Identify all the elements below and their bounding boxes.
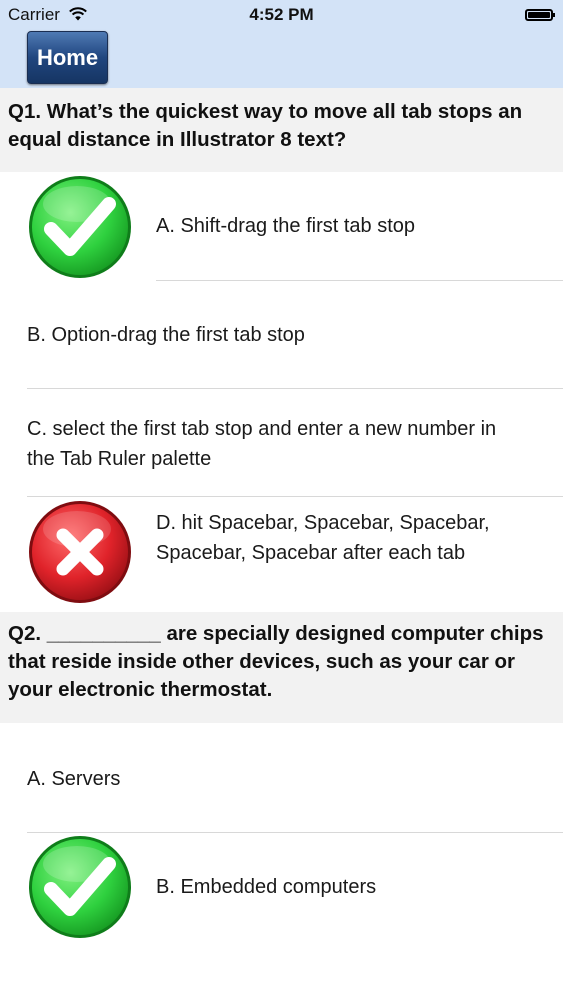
- status-bar: Carrier 4:52 PM: [0, 0, 563, 30]
- question-1: Q1. What’s the quickest way to move all …: [0, 88, 563, 172]
- answer-label: B. Option-drag the first tab stop: [27, 324, 305, 346]
- answer-q2-a[interactable]: A. Servers: [0, 723, 563, 833]
- correct-check-icon: [29, 176, 131, 278]
- answer-label: B. Embedded computers: [156, 876, 377, 898]
- answer-q1-a[interactable]: A. Shift-drag the first tab stop: [0, 172, 563, 281]
- wrong-x-icon: [29, 501, 131, 603]
- battery-icon: [525, 9, 555, 21]
- answer-label: D. hit Spacebar, Spacebar, Spacebar, Spa…: [156, 512, 490, 564]
- answer-q1-c[interactable]: C. select the first tab stop and enter a…: [0, 389, 563, 497]
- question-2: Q2. __________ are specially designed co…: [0, 612, 563, 723]
- answer-q1-b[interactable]: B. Option-drag the first tab stop: [0, 281, 563, 389]
- answer-q2-b[interactable]: B. Embedded computers: [0, 833, 563, 1000]
- correct-check-icon: [29, 836, 131, 938]
- clock: 4:52 PM: [249, 5, 314, 24]
- answer-label: A. Servers: [27, 768, 121, 790]
- answer-label: A. Shift-drag the first tab stop: [156, 215, 416, 237]
- home-button[interactable]: Home: [27, 31, 108, 84]
- answer-label: C. select the first tab stop and enter a…: [27, 418, 497, 470]
- top-bar: Carrier 4:52 PM Home: [0, 0, 563, 88]
- answer-q1-d[interactable]: D. hit Spacebar, Spacebar, Spacebar, Spa…: [0, 497, 563, 612]
